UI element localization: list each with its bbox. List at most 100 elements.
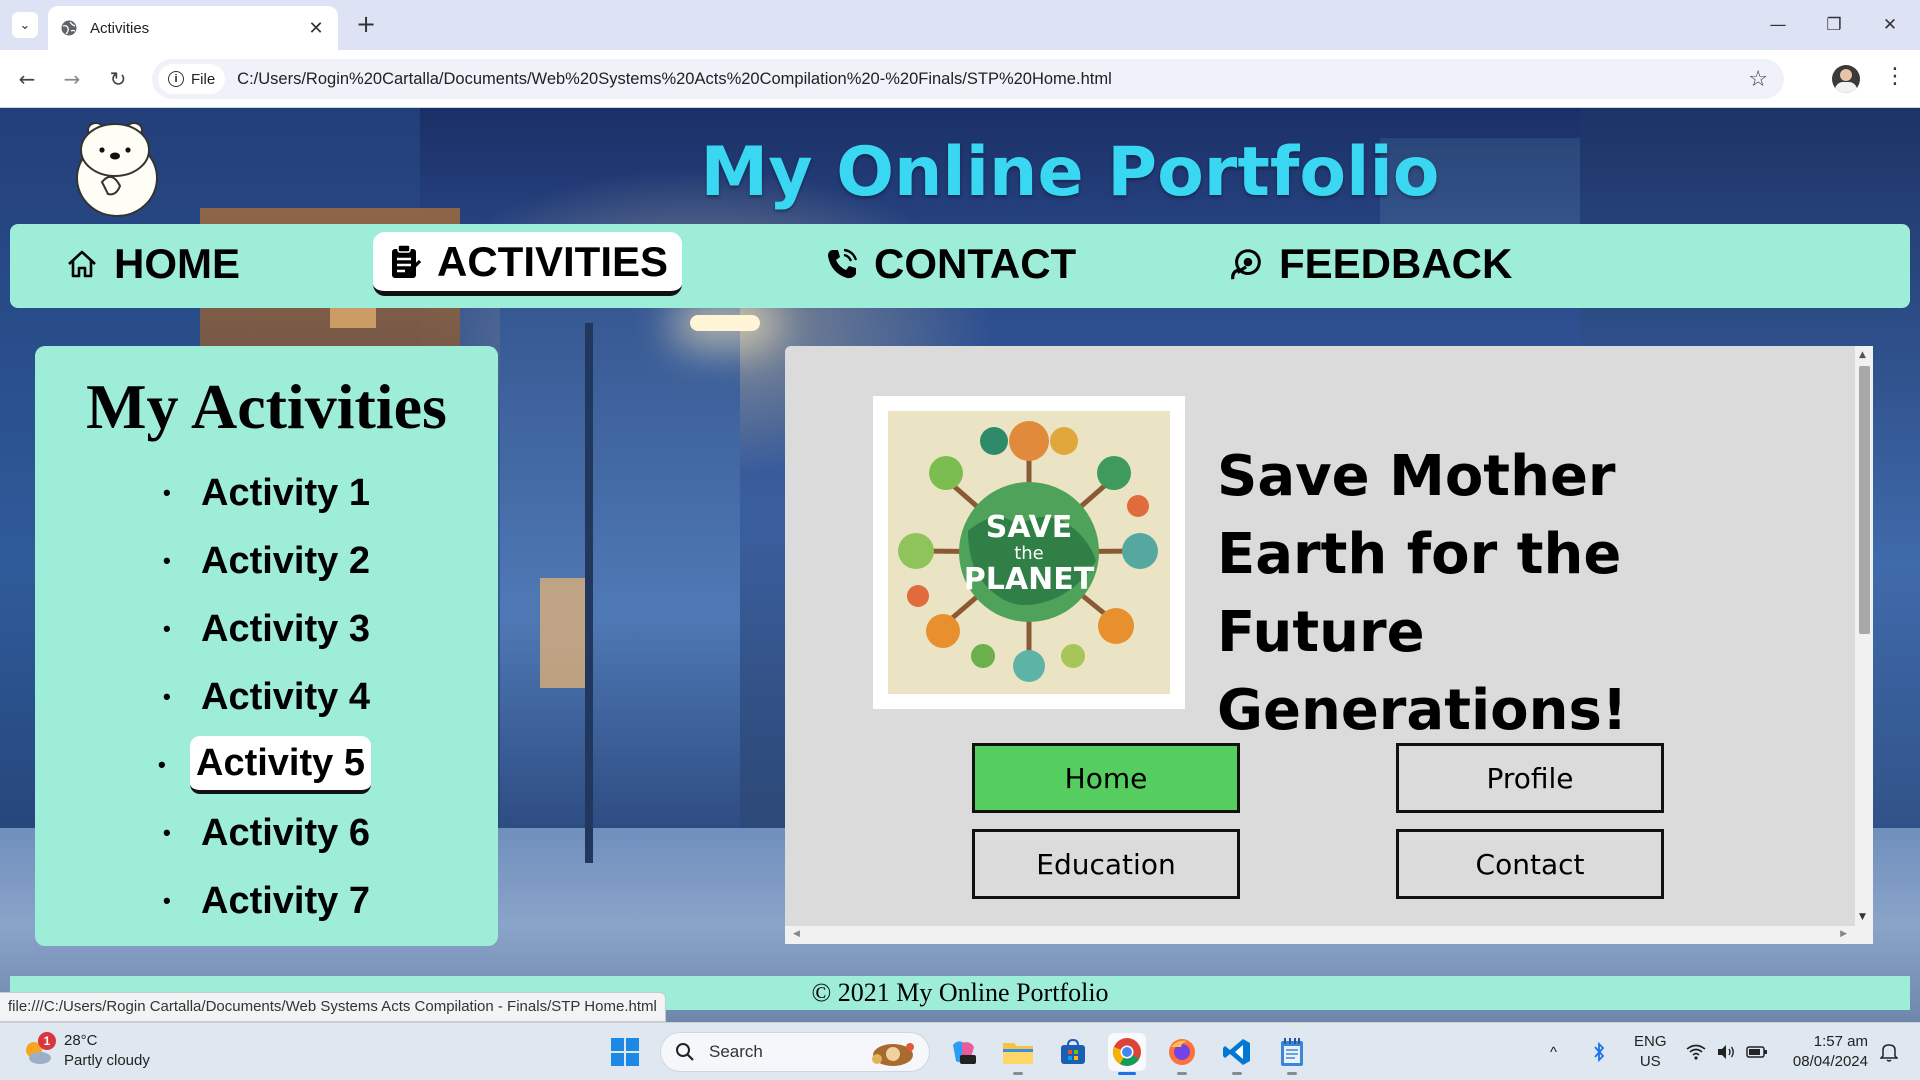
- clock-date: 08/04/2024: [1792, 1053, 1868, 1070]
- main-navbar: HOME ACTIVITIES CONTACT FEEDBACK: [10, 224, 1910, 308]
- restore-button[interactable]: ❐: [1814, 8, 1854, 42]
- language-code: ENG: [1634, 1033, 1667, 1050]
- scrollbar-thumb[interactable]: [1859, 366, 1870, 634]
- back-button[interactable]: ←: [12, 64, 42, 94]
- minimize-button[interactable]: —: [1758, 8, 1798, 42]
- language-indicator[interactable]: ENG US: [1634, 1032, 1667, 1072]
- nav-contact[interactable]: CONTACT: [810, 232, 1090, 296]
- background-lamppost: [585, 323, 593, 863]
- tab-search-button[interactable]: ⌄: [12, 12, 38, 38]
- weather-widget[interactable]: 1 28°C Partly cloudy: [20, 1031, 150, 1071]
- forward-button[interactable]: →: [57, 64, 87, 94]
- weather-condition-text: Partly cloudy: [64, 1052, 150, 1069]
- new-tab-button[interactable]: +: [352, 10, 380, 38]
- taskbar-notepad[interactable]: [1273, 1033, 1311, 1075]
- site-info-chip[interactable]: i File: [158, 64, 226, 94]
- taskbar-chrome[interactable]: [1108, 1033, 1146, 1075]
- browser-toolbar: ← → ↻ i File C:/Users/Rogin%20Cartalla/D…: [0, 50, 1920, 108]
- poster-text-the: the: [1014, 543, 1044, 564]
- poster-text-planet: PLANET: [964, 562, 1095, 597]
- taskbar: 1 28°C Partly cloudy Search ^ ENG US 1:5…: [0, 1022, 1920, 1080]
- sidebar-item-activity-5[interactable]: Activity 5: [158, 736, 371, 794]
- horizontal-scrollbar[interactable]: ◀ ▶: [785, 926, 1873, 944]
- taskbar-search[interactable]: Search: [660, 1032, 930, 1072]
- battery-icon[interactable]: [1746, 1023, 1768, 1080]
- earth-tree-illustration: SAVE the PLANET: [898, 421, 1158, 682]
- wifi-icon[interactable]: [1686, 1023, 1706, 1080]
- profile-avatar[interactable]: [1832, 65, 1860, 93]
- copilot-icon: [953, 1041, 976, 1064]
- background-building: [500, 278, 740, 838]
- sidebar-item-activity-4[interactable]: Activity 4: [163, 668, 376, 726]
- sidebar-item-activity-3[interactable]: Activity 3: [163, 600, 376, 658]
- vscode-icon: [1223, 1039, 1250, 1065]
- taskbar-firefox[interactable]: [1163, 1033, 1201, 1075]
- content-panel: SAVE the PLANET Save Mother Earth for th…: [785, 346, 1873, 944]
- partly-cloudy-icon: 1: [20, 1032, 56, 1068]
- region-code: US: [1639, 1053, 1661, 1070]
- info-icon: i: [168, 71, 184, 87]
- browser-menu-icon[interactable]: ⋮: [1884, 64, 1906, 89]
- scroll-left-icon[interactable]: ◀: [793, 929, 800, 939]
- home-icon: [64, 246, 100, 282]
- scroll-right-icon[interactable]: ▶: [1840, 929, 1847, 939]
- nav-home-label: HOME: [114, 240, 240, 287]
- search-icon: [676, 1043, 694, 1061]
- volume-icon[interactable]: [1716, 1023, 1736, 1080]
- nav-contact-label: CONTACT: [874, 240, 1077, 287]
- show-hidden-icons[interactable]: ^: [1550, 1023, 1557, 1080]
- bluetooth-icon[interactable]: [1592, 1023, 1606, 1080]
- temperature-text: 28°C: [64, 1032, 98, 1049]
- sidebar-item-activity-7[interactable]: Activity 7: [163, 872, 376, 930]
- notification-bell-icon[interactable]: [1880, 1023, 1898, 1080]
- activities-sidebar: My Activities Activity 1 Activity 2 Acti…: [35, 346, 498, 946]
- tab-strip: ⌄ Activities ✕ + — ❐ ✕: [0, 0, 1920, 50]
- nav-home[interactable]: HOME: [50, 232, 254, 296]
- contact-button[interactable]: Contact: [1396, 829, 1664, 899]
- nav-feedback-label: FEEDBACK: [1279, 240, 1513, 287]
- profile-button[interactable]: Profile: [1396, 743, 1664, 813]
- windows-start-icon[interactable]: [610, 1037, 640, 1067]
- site-chip-label: File: [191, 70, 216, 88]
- system-clock[interactable]: 1:57 am 08/04/2024: [1782, 1032, 1868, 1072]
- globe-icon: [61, 20, 77, 36]
- folder-icon: [1003, 1043, 1033, 1064]
- address-bar[interactable]: i File C:/Users/Rogin%20Cartalla/Documen…: [152, 59, 1784, 99]
- sidebar-item-activity-2[interactable]: Activity 2: [163, 532, 376, 590]
- scroll-down-icon[interactable]: ▼: [1859, 912, 1866, 922]
- nav-activities[interactable]: ACTIVITIES: [373, 232, 683, 296]
- feedback-icon: [1229, 246, 1265, 282]
- nav-feedback[interactable]: FEEDBACK: [1215, 232, 1526, 296]
- content-headline: Save Mother Earth for the Future Generat…: [1217, 444, 1628, 743]
- tab-title: Activities: [90, 19, 150, 37]
- sidebar-item-activity-6[interactable]: Activity 6: [163, 804, 376, 862]
- firefox-icon: [1169, 1039, 1195, 1065]
- phone-icon: [824, 246, 860, 282]
- clipboard-icon: [387, 243, 423, 280]
- running-indicator: [1177, 1072, 1187, 1075]
- education-button[interactable]: Education: [972, 829, 1240, 899]
- close-tab-icon[interactable]: ✕: [306, 18, 326, 39]
- background-window: [540, 578, 590, 688]
- scroll-up-icon[interactable]: ▲: [1859, 350, 1866, 360]
- url-text[interactable]: C:/Users/Rogin%20Cartalla/Documents/Web%…: [237, 70, 1112, 89]
- taskbar-store[interactable]: [1054, 1033, 1092, 1071]
- weather-badge: 1: [38, 1032, 56, 1050]
- close-window-button[interactable]: ✕: [1870, 8, 1910, 42]
- page-viewport: My Online Portfolio HOME ACTIVITIES CONT…: [0, 108, 1920, 1022]
- background-lamp: [690, 315, 760, 331]
- taskbar-copilot[interactable]: [944, 1033, 982, 1071]
- taskbar-file-explorer[interactable]: [999, 1033, 1037, 1075]
- home-button[interactable]: Home: [972, 743, 1240, 813]
- store-icon: [1061, 1038, 1085, 1064]
- taskbar-vscode[interactable]: [1218, 1033, 1256, 1075]
- bookmark-star-icon[interactable]: ☆: [1748, 67, 1768, 92]
- nav-activities-label: ACTIVITIES: [437, 237, 669, 285]
- browser-tab[interactable]: Activities ✕: [48, 6, 338, 50]
- running-indicator: [1118, 1072, 1136, 1075]
- search-highlight-icon: [872, 1043, 914, 1066]
- vertical-scrollbar[interactable]: ▲ ▼: [1855, 346, 1873, 926]
- poster-text-save: SAVE: [986, 510, 1073, 545]
- sidebar-item-activity-1[interactable]: Activity 1: [163, 464, 376, 522]
- reload-button[interactable]: ↻: [103, 64, 133, 94]
